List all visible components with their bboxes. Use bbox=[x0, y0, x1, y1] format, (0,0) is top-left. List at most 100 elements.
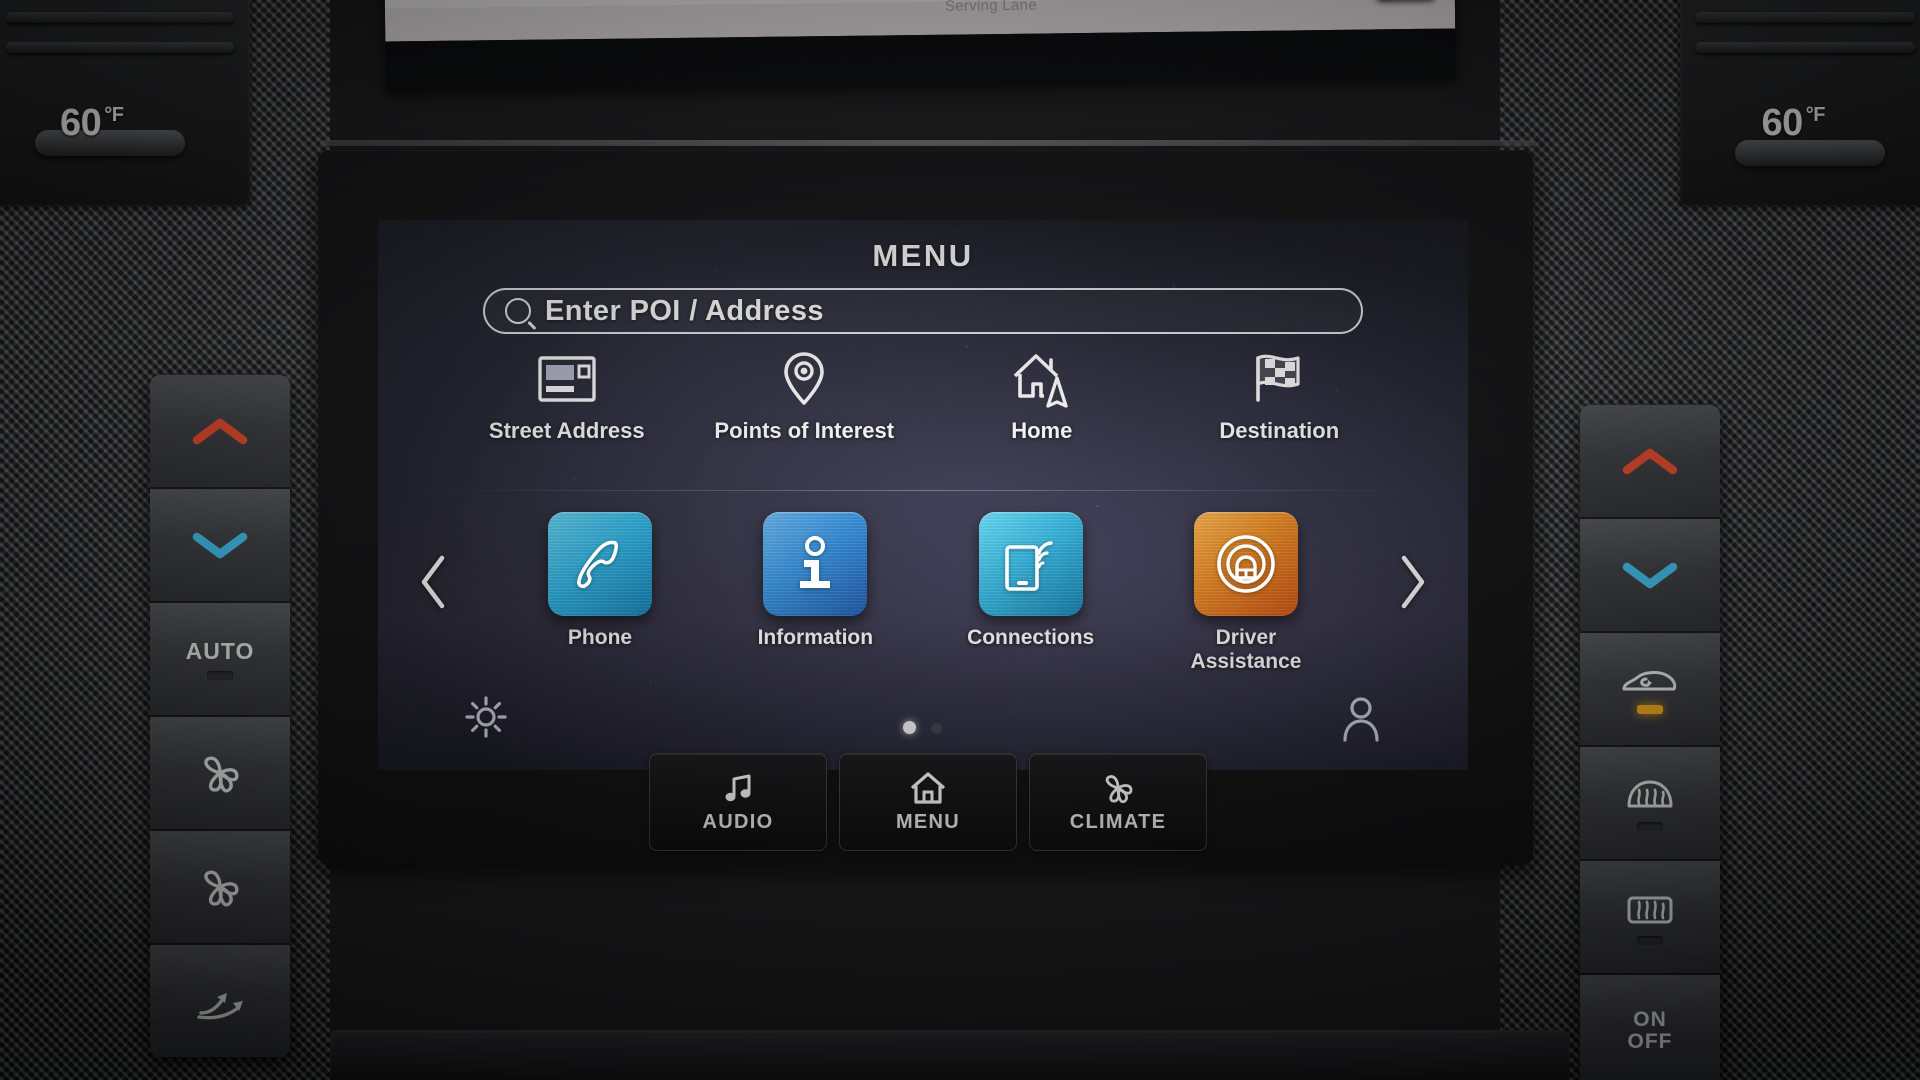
fan-icon bbox=[204, 870, 239, 907]
chevron-down-icon bbox=[192, 532, 248, 559]
driver-temp-value: 60 bbox=[60, 102, 102, 144]
carousel-next-button[interactable] bbox=[1358, 512, 1468, 612]
recirculate-car-icon bbox=[1622, 670, 1677, 690]
person-icon bbox=[1343, 697, 1379, 742]
app-carousel: Phone Information Connections Driver Ass… bbox=[378, 512, 1468, 702]
passenger-temp-unit: °F bbox=[1805, 104, 1826, 127]
carousel-page-dots bbox=[378, 721, 1468, 734]
chevron-right-icon bbox=[1401, 555, 1425, 609]
carousel-tiles: Phone Information Connections Driver Ass… bbox=[488, 512, 1358, 674]
hard-button-menu-label: MENU bbox=[895, 810, 961, 833]
touchscreen-menu[interactable]: MENU Enter POI / Address Street Address … bbox=[378, 220, 1468, 770]
air-vent-left bbox=[0, 0, 250, 205]
app-tile-driver-assistance-label: Driver Assistance bbox=[1190, 626, 1302, 674]
head-unit-bezel: MENU Enter POI / Address Street Address … bbox=[318, 150, 1533, 865]
driver-assistance-tile-surface[interactable] bbox=[1193, 512, 1298, 616]
map-pin-icon bbox=[782, 348, 826, 410]
search-input[interactable]: Enter POI / Address bbox=[483, 288, 1363, 334]
quick-home[interactable]: Home bbox=[923, 348, 1161, 468]
info-i-icon bbox=[800, 536, 831, 588]
climate-power-button[interactable]: ON OFF bbox=[1580, 975, 1720, 1080]
hard-button-audio[interactable]: AUDIO bbox=[649, 753, 827, 851]
app-tile-phone-label: Phone bbox=[567, 626, 633, 649]
page-dot-active[interactable] bbox=[903, 721, 916, 734]
rear-defrost-led bbox=[1637, 935, 1663, 945]
information-tile-surface[interactable] bbox=[763, 512, 868, 616]
chevron-up-icon bbox=[1622, 448, 1678, 475]
auto-climate-label: AUTO bbox=[185, 638, 255, 664]
hard-button-climate-label: CLIMATE bbox=[1069, 810, 1167, 833]
recirculation-led bbox=[1637, 704, 1663, 714]
lower-console-trim bbox=[330, 1030, 1570, 1080]
auto-climate-button[interactable]: AUTO bbox=[150, 603, 290, 717]
hard-button-row: AUDIO MENU CLIMATE bbox=[588, 753, 1268, 855]
climate-power-label: ON OFF bbox=[1627, 1007, 1673, 1053]
dashboard-screenshot: Serving Lane SiriusXM TRAFFIC 60°F 60°F … bbox=[0, 0, 1920, 1080]
phone-handset-icon bbox=[577, 540, 619, 588]
chrome-accent-strip bbox=[320, 140, 1535, 146]
carousel-prev-button[interactable] bbox=[378, 512, 488, 612]
app-tile-information-label: Information bbox=[757, 626, 874, 649]
fan-icon bbox=[1105, 774, 1133, 803]
passenger-temperature-readout: 60 °F bbox=[1762, 102, 1826, 145]
app-tile-connections-label: Connections bbox=[967, 626, 1095, 649]
driver-temperature-readout: 60 °F bbox=[60, 102, 124, 145]
fan-icon bbox=[204, 756, 239, 793]
quick-destination[interactable]: Destination bbox=[1161, 348, 1399, 468]
phone-tile-surface[interactable] bbox=[548, 512, 652, 616]
connections-tile-surface[interactable] bbox=[978, 512, 1083, 616]
auto-climate-led bbox=[207, 671, 233, 680]
fan-speed-down-button[interactable] bbox=[150, 831, 290, 945]
driver-temp-unit: °F bbox=[104, 104, 124, 127]
smartphone-wifi-icon bbox=[1004, 541, 1053, 591]
climate-stack-right: ON OFF bbox=[1580, 405, 1720, 1080]
quick-points-of-interest[interactable]: Points of Interest bbox=[686, 348, 924, 468]
quick-destination-label: Destination bbox=[1219, 418, 1340, 443]
hard-button-climate[interactable]: CLIMATE bbox=[1029, 753, 1207, 851]
right-temp-down-button[interactable] bbox=[1580, 519, 1720, 633]
music-note-icon bbox=[725, 774, 751, 801]
quick-destination-row: Street Address Points of Interest Home D… bbox=[448, 348, 1398, 468]
search-icon bbox=[505, 298, 531, 324]
left-temp-up-button[interactable] bbox=[150, 375, 290, 489]
front-defrost-button[interactable] bbox=[1580, 747, 1720, 861]
chevron-left-icon bbox=[421, 555, 445, 609]
chevron-down-icon bbox=[1622, 562, 1678, 589]
home-nav-icon bbox=[1011, 348, 1073, 410]
checkered-flag-icon bbox=[1250, 348, 1308, 410]
settings-button[interactable] bbox=[464, 695, 508, 744]
car-radar-icon bbox=[1217, 535, 1275, 593]
airflow-icon bbox=[197, 993, 243, 1020]
upper-navigation-display: Serving Lane SiriusXM TRAFFIC bbox=[384, 0, 1456, 92]
map-street-label: Serving Lane bbox=[944, 0, 1038, 15]
fan-speed-up-button[interactable] bbox=[150, 717, 290, 831]
hard-button-menu[interactable]: MENU bbox=[839, 753, 1017, 851]
front-defrost-led bbox=[1637, 821, 1663, 831]
app-tile-phone[interactable]: Phone bbox=[500, 512, 700, 674]
section-divider bbox=[418, 490, 1428, 491]
address-card-icon bbox=[538, 348, 596, 410]
rear-defrost-button[interactable] bbox=[1580, 861, 1720, 975]
hard-button-audio-label: AUDIO bbox=[702, 810, 774, 833]
map-road bbox=[384, 0, 1455, 9]
left-temp-down-button[interactable] bbox=[150, 489, 290, 603]
app-tile-connections[interactable]: Connections bbox=[931, 512, 1131, 674]
quick-street-address[interactable]: Street Address bbox=[448, 348, 686, 468]
right-temp-up-button[interactable] bbox=[1580, 405, 1720, 519]
app-tile-driver-assistance[interactable]: Driver Assistance bbox=[1146, 512, 1346, 674]
chevron-up-icon bbox=[192, 418, 248, 445]
climate-stack-left: AUTO bbox=[150, 375, 290, 1057]
page-dot[interactable] bbox=[930, 721, 943, 734]
quick-poi-label: Points of Interest bbox=[714, 418, 895, 443]
home-icon bbox=[910, 771, 946, 804]
passenger-temp-value: 60 bbox=[1761, 102, 1804, 144]
page-title: MENU bbox=[872, 238, 974, 273]
airflow-mode-button[interactable] bbox=[150, 945, 290, 1057]
quick-home-label: Home bbox=[1011, 418, 1073, 443]
search-placeholder: Enter POI / Address bbox=[545, 294, 824, 327]
quick-street-address-label: Street Address bbox=[488, 418, 645, 443]
recirculation-button[interactable] bbox=[1580, 633, 1720, 747]
front-defrost-icon bbox=[1627, 780, 1673, 807]
rear-defrost-icon bbox=[1627, 896, 1673, 923]
app-tile-information[interactable]: Information bbox=[715, 512, 915, 674]
